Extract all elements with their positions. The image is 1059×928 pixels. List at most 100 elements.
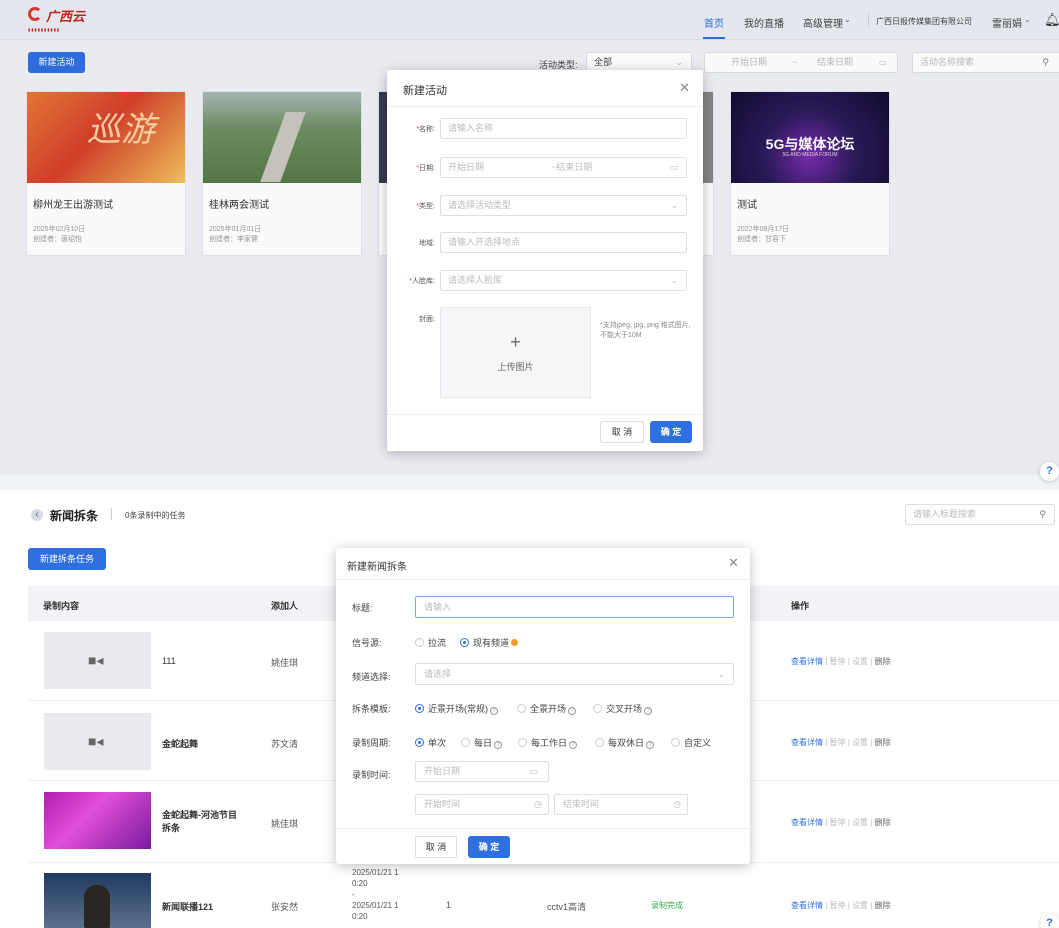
row-time: 2025/01/21 1 0:20 - 2025/01/21 1 0:20 [352, 867, 399, 922]
radio-icon [517, 704, 526, 713]
template-cross-radio[interactable]: 交叉开场? [593, 702, 653, 715]
view-details-link[interactable]: 查看详情 [791, 901, 823, 910]
col-actions: 操作 [791, 601, 810, 611]
news-title: 新闻拆条 [50, 509, 99, 523]
new-news-split-dialog: 新建新闻拆条 ✕ 标题: 请输入 信号源: 拉流 现有频道 频道选择: 请选择 ⌄… [336, 548, 750, 864]
upload-box[interactable]: + 上传图片 [440, 307, 591, 398]
face-label: *人脸库: [409, 278, 435, 285]
date-range-input[interactable]: 开始日期 ~结束日期 ▭ [440, 157, 687, 178]
pause-link[interactable]: 暂停 [830, 657, 846, 666]
source-channel-radio[interactable]: 现有频道 [460, 636, 519, 649]
radio-checked-icon [415, 738, 424, 747]
pause-link[interactable]: 暂停 [830, 818, 846, 827]
radio-icon [593, 704, 602, 713]
view-details-link[interactable]: 查看详情 [791, 818, 823, 827]
period-daily-radio[interactable]: 每日? [461, 736, 503, 749]
video-thumbnail: ■◂ [44, 713, 151, 770]
type-select[interactable]: 请选择活动类型 ⌄ [440, 195, 687, 216]
delete-link[interactable]: 删除 [875, 901, 891, 910]
back-button[interactable]: ‹ [31, 509, 43, 521]
chevron-down-icon: ⌄ [670, 275, 678, 285]
place-input[interactable]: 请输入开选择地点 [440, 232, 687, 253]
cancel-button[interactable]: 取 消 [600, 421, 644, 443]
pause-link[interactable]: 暂停 [830, 901, 846, 910]
dialog-footer-divider [336, 828, 750, 829]
title-input[interactable]: 请输入 [415, 596, 734, 618]
settings-link[interactable]: 设置 [852, 818, 868, 827]
video-thumbnail: ■◂ [44, 632, 151, 689]
title-divider [111, 508, 112, 520]
table-row [28, 863, 1059, 928]
delete-link[interactable]: 删除 [875, 818, 891, 827]
row-actions: 查看详情 | 暂停 | 设置 | 删除 [791, 657, 891, 666]
row-user: 姚佳琪 [271, 658, 299, 668]
period-workday-radio[interactable]: 每工作日? [518, 736, 578, 749]
cancel-button[interactable]: 取 消 [415, 836, 457, 858]
radio-icon [595, 738, 604, 747]
news-search-input[interactable]: 请输入标题搜索 ⚲ [905, 504, 1055, 525]
template-panorama-radio[interactable]: 全景开场? [517, 702, 577, 715]
thumbnail-person [84, 885, 110, 928]
radio-checked-icon [460, 638, 469, 647]
channel-select[interactable]: 请选择 ⌄ [415, 663, 734, 685]
radio-icon [518, 738, 527, 747]
settings-link[interactable]: 设置 [852, 901, 868, 910]
date-picker[interactable]: 开始日期 ▭ [415, 761, 549, 782]
close-icon[interactable]: ✕ [728, 555, 739, 571]
confirm-button[interactable]: 确 定 [650, 421, 692, 443]
face-select[interactable]: 请选择人脸库 ⌄ [440, 270, 687, 291]
radio-icon [461, 738, 470, 747]
help-icon[interactable]: ? [1040, 462, 1059, 481]
search-icon[interactable]: ⚲ [1039, 505, 1046, 524]
help-circle-icon: ? [644, 707, 653, 715]
delete-link[interactable]: 删除 [875, 657, 891, 666]
new-split-task-button[interactable]: 新建拆条任务 [28, 548, 106, 570]
row-count: 1 [446, 900, 452, 910]
activity-panel: 广西云 ▮▮▮▮▮▮▮▮▮▮ 首页 我的直播 高级管理 ⌄ 广西日报传媒集团有限… [0, 0, 1059, 481]
time-start-date: 2025/01/21 1 [352, 868, 399, 877]
period-custom-radio[interactable]: 自定义 [671, 736, 711, 749]
type-label: *类型: [416, 203, 435, 210]
dialog-header-divider [387, 106, 703, 107]
template-closeup-radio[interactable]: 近景开场(常规)? [415, 702, 498, 715]
name-input[interactable]: 请输入名称 [440, 118, 687, 139]
calendar-icon: ▭ [669, 162, 678, 172]
video-camera-icon: ■◂ [88, 652, 104, 668]
delete-link[interactable]: 删除 [875, 738, 891, 747]
search-placeholder: 请输入标题搜索 [913, 509, 977, 519]
time-separator: - [352, 890, 355, 899]
pause-link[interactable]: 暂停 [830, 738, 846, 747]
confirm-button[interactable]: 确 定 [468, 836, 510, 858]
source-pull-radio[interactable]: 拉流 [415, 636, 446, 649]
start-time-picker[interactable]: 开始时间 ◷ [415, 794, 549, 815]
settings-link[interactable]: 设置 [852, 738, 868, 747]
help-circle-icon: ? [568, 707, 577, 715]
template-label: 拆条模板: [352, 704, 391, 714]
row-name: 新闻联播121 [162, 902, 214, 912]
chevron-down-icon: ⌄ [670, 200, 678, 210]
end-time-picker[interactable]: 结束时间 ◷ [554, 794, 688, 815]
calendar-icon: ▭ [529, 766, 538, 776]
help-circle-icon: ? [646, 741, 655, 749]
dialog-title: 新建活动 [403, 85, 447, 97]
row-name: 金蛇起舞 [162, 739, 199, 749]
settings-link[interactable]: 设置 [852, 657, 868, 666]
view-details-link[interactable]: 查看详情 [791, 657, 823, 666]
video-thumbnail [44, 873, 151, 928]
close-icon[interactable]: ✕ [679, 80, 690, 96]
help-icon[interactable]: ? [1040, 914, 1059, 928]
date-label: *日期: [416, 165, 435, 172]
title-label: 标题: [352, 603, 373, 613]
video-thumbnail [44, 792, 151, 849]
video-camera-icon: ■◂ [88, 733, 104, 749]
upload-label: 上传图片 [497, 362, 534, 372]
radio-icon [415, 638, 424, 647]
period-weekend-radio[interactable]: 每双休日? [595, 736, 655, 749]
view-details-link[interactable]: 查看详情 [791, 738, 823, 747]
clock-icon: ◷ [673, 799, 681, 809]
time-label: 录制时间: [352, 770, 391, 780]
task-count: 0条录制中的任务 [125, 511, 186, 520]
row-name: 111 [162, 656, 176, 666]
period-once-radio[interactable]: 单次 [415, 736, 446, 749]
row-channel: cctv1高清 [547, 902, 587, 912]
